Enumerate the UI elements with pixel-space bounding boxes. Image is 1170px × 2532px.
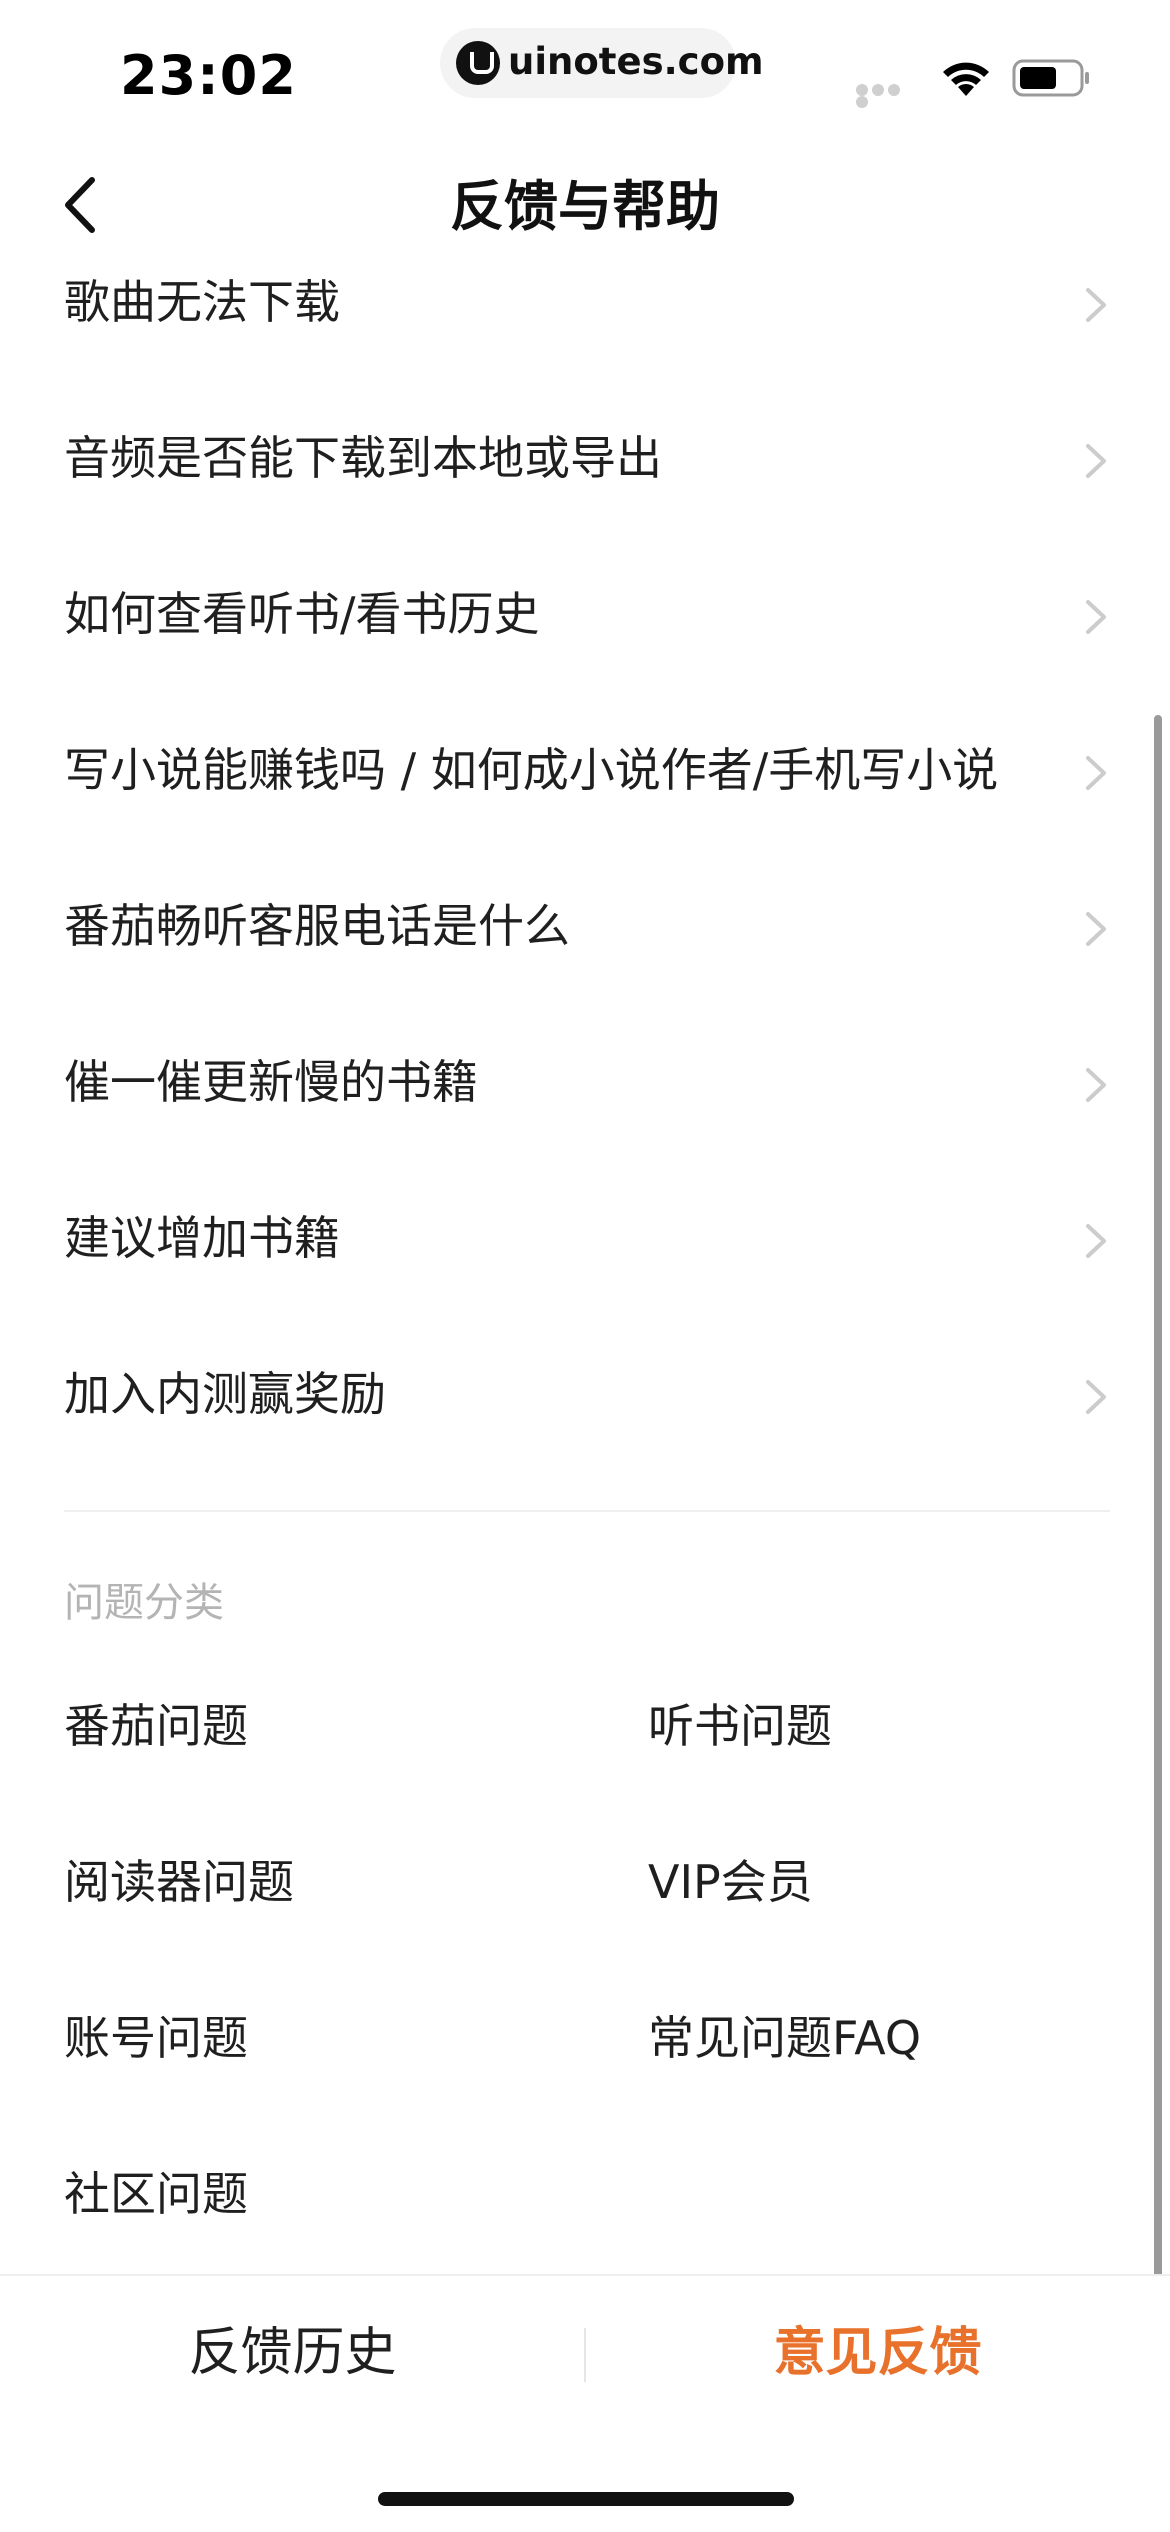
battery-icon (1012, 59, 1089, 97)
faq-item[interactable]: 音频是否能下载到本地或导出 (0, 430, 1170, 586)
chevron-right-icon (1086, 912, 1106, 946)
faq-item-label: 歌曲无法下载 (64, 275, 340, 329)
faq-item-label: 音频是否能下载到本地或导出 (64, 431, 662, 485)
faq-item-label: 番茄畅听客服电话是什么 (64, 899, 570, 953)
chevron-right-icon (1086, 1224, 1106, 1258)
category-section-label: 问题分类 (64, 1580, 224, 1626)
category-item[interactable]: 阅读器问题 (64, 1854, 294, 1910)
faq-item[interactable]: 写小说能赚钱吗 / 如何成小说作者/手机写小说 (0, 742, 1170, 898)
category-item[interactable]: VIP会员 (648, 1854, 813, 1910)
chevron-right-icon (1086, 1380, 1106, 1414)
bottom-bar-border (0, 2274, 1170, 2276)
faq-item[interactable]: 催一催更新慢的书籍 (0, 1054, 1170, 1210)
cellular-signal-icon (856, 84, 918, 108)
chevron-right-icon (1086, 288, 1106, 322)
faq-item-label: 催一催更新慢的书籍 (64, 1055, 478, 1109)
url-text: uinotes.com (508, 40, 764, 83)
status-time: 23:02 (120, 44, 297, 107)
category-item[interactable]: 常见问题FAQ (648, 2010, 921, 2066)
faq-item[interactable]: 歌曲无法下载 (0, 274, 1170, 430)
section-divider (64, 1510, 1110, 1512)
faq-item[interactable]: 加入内测赢奖励 (0, 1366, 1170, 1522)
faq-item[interactable]: 番茄畅听客服电话是什么 (0, 898, 1170, 1054)
url-pill[interactable]: uinotes.com (440, 28, 764, 98)
category-item[interactable]: 听书问题 (648, 1698, 832, 1754)
chevron-right-icon (1086, 444, 1106, 478)
chevron-right-icon (1086, 756, 1106, 790)
site-logo-icon (456, 41, 500, 85)
category-item[interactable]: 番茄问题 (64, 1698, 248, 1754)
chevron-right-icon (1086, 600, 1106, 634)
faq-item[interactable]: 建议增加书籍 (0, 1210, 1170, 1366)
wifi-icon (943, 62, 989, 96)
faq-item[interactable]: 如何查看听书/看书历史 (0, 586, 1170, 742)
page-title: 反馈与帮助 (450, 175, 720, 238)
chevron-right-icon (1086, 1068, 1106, 1102)
category-item[interactable]: 账号问题 (64, 2010, 248, 2066)
feedback-history-button[interactable]: 反馈历史 (0, 2318, 585, 2388)
faq-item-label: 加入内测赢奖励 (64, 1367, 386, 1421)
faq-item-label: 建议增加书籍 (64, 1211, 340, 1265)
submit-feedback-button[interactable]: 意见反馈 (585, 2318, 1170, 2388)
home-indicator[interactable] (378, 2492, 794, 2506)
faq-item-label: 如何查看听书/看书历史 (64, 587, 540, 641)
category-item[interactable]: 社区问题 (64, 2166, 248, 2222)
faq-item-label: 写小说能赚钱吗 / 如何成小说作者/手机写小说 (64, 743, 999, 797)
scrollbar[interactable] (1154, 715, 1162, 2395)
status-bar: 23:02 uinotes.com (0, 0, 1170, 140)
